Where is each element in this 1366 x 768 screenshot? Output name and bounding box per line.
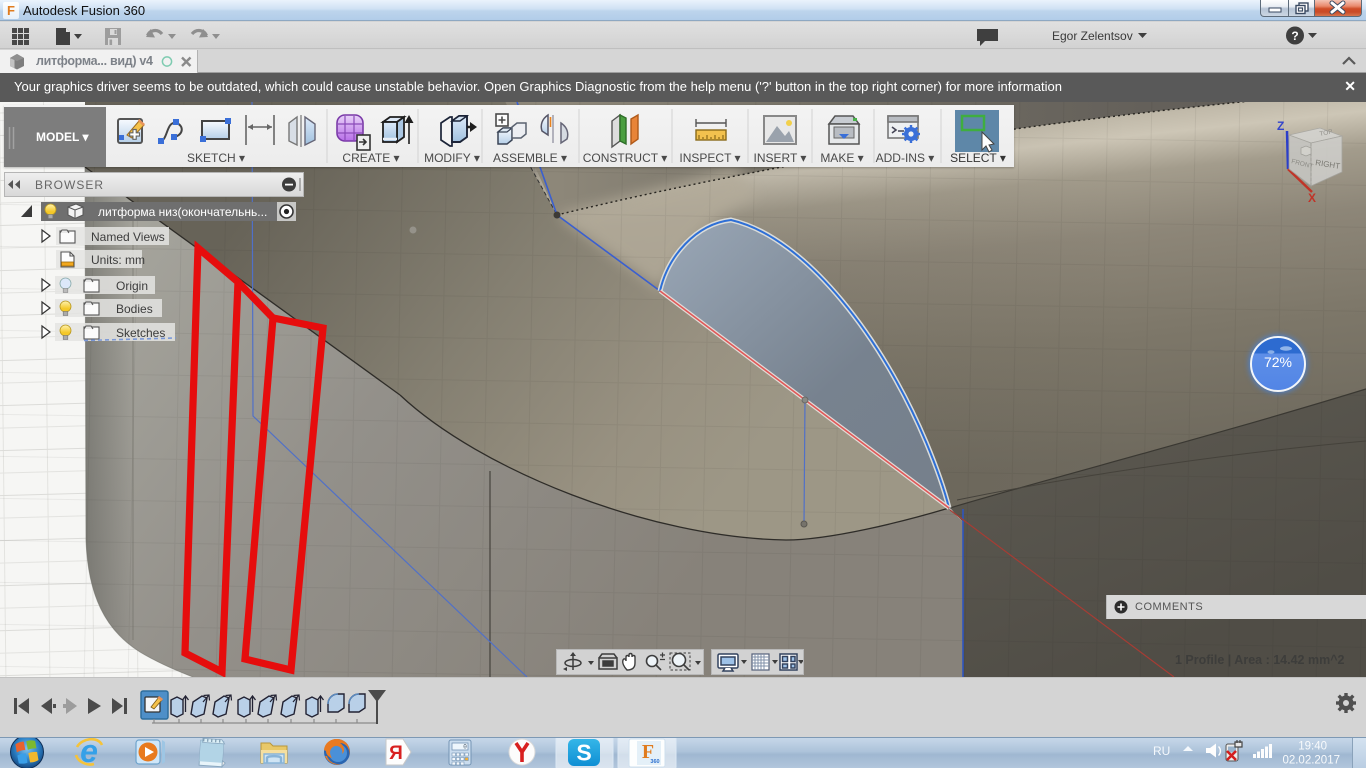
svg-text:?: ? <box>1291 29 1298 43</box>
svg-text:02.02.2017: 02.02.2017 <box>1282 755 1340 767</box>
svg-text:SKETCH ▾: SKETCH ▾ <box>187 151 245 165</box>
svg-text:Я: Я <box>389 743 403 764</box>
svg-text:INSERT ▾: INSERT ▾ <box>754 151 807 165</box>
svg-text:INSPECT ▾: INSPECT ▾ <box>679 151 740 165</box>
svg-text:ADD-INS ▾: ADD-INS ▾ <box>876 151 935 165</box>
svg-text:Named Views: Named Views <box>91 230 165 244</box>
svg-text:0: 0 <box>463 744 467 751</box>
svg-text:CONSTRUCT ▾: CONSTRUCT ▾ <box>583 151 667 165</box>
svg-text:S: S <box>576 740 591 766</box>
svg-text:MAKE ▾: MAKE ▾ <box>820 151 863 165</box>
svg-text:CREATE ▾: CREATE ▾ <box>342 151 399 165</box>
svg-text:MODIFY ▾: MODIFY ▾ <box>424 151 480 165</box>
svg-text:SELECT ▾: SELECT ▾ <box>950 151 1006 165</box>
svg-text:Z: Z <box>1277 119 1284 133</box>
svg-text:RU: RU <box>1153 744 1170 758</box>
svg-text:Units: mm: Units: mm <box>91 253 145 267</box>
svg-text:19:40: 19:40 <box>1298 741 1327 753</box>
svg-text:литформа низ(окончательнь...: литформа низ(окончательнь... <box>98 205 267 219</box>
svg-text:X: X <box>1308 191 1316 205</box>
svg-text:360: 360 <box>650 759 659 765</box>
svg-text:Origin: Origin <box>116 279 148 293</box>
svg-text:Bodies: Bodies <box>116 302 153 316</box>
svg-text:ASSEMBLE ▾: ASSEMBLE ▾ <box>493 151 567 165</box>
